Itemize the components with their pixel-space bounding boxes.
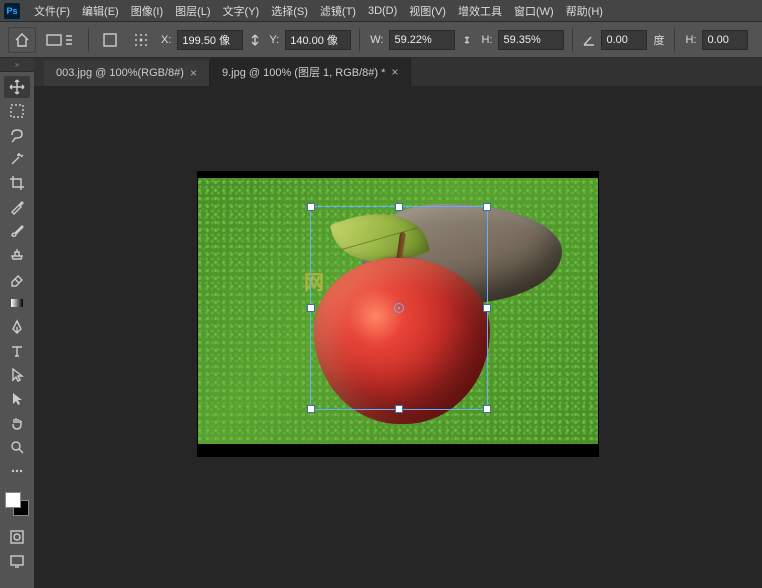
reference-point-toggle[interactable]	[97, 29, 123, 51]
y-label: Y:	[267, 34, 281, 46]
checkbox-icon	[103, 33, 117, 47]
separator	[359, 28, 360, 52]
pen-tool[interactable]	[4, 316, 30, 338]
separator	[572, 28, 573, 52]
link-icon[interactable]	[459, 32, 475, 48]
tab-003[interactable]: 003.jpg @ 100%(RGB/8#) ×	[44, 60, 210, 86]
relative-position-icon[interactable]	[247, 32, 263, 48]
color-swatches[interactable]	[5, 492, 29, 516]
direct-select-tool[interactable]	[4, 388, 30, 410]
menu-file[interactable]: 文件(F)	[28, 0, 76, 22]
w-label: W:	[368, 34, 385, 46]
hand-tool[interactable]	[4, 412, 30, 434]
letterbox	[198, 172, 598, 178]
angle-unit: 度	[651, 32, 666, 48]
close-icon[interactable]: ×	[391, 65, 398, 79]
x-input[interactable]	[177, 30, 243, 50]
menu-select[interactable]: 选择(S)	[265, 0, 314, 22]
skew-h-label: H:	[683, 34, 698, 46]
h-label: H:	[479, 34, 494, 46]
angle-icon	[581, 32, 597, 48]
lasso-tool[interactable]	[4, 124, 30, 146]
path-select-tool[interactable]	[4, 364, 30, 386]
canvas[interactable]: 网	[198, 172, 598, 456]
menu-layer[interactable]: 图层(L)	[169, 0, 216, 22]
app-logo: Ps	[4, 3, 20, 19]
transform-tool-preset[interactable]	[40, 28, 80, 52]
letterbox	[198, 444, 598, 456]
foreground-color[interactable]	[5, 492, 21, 508]
collapse-tools-button[interactable]: »	[0, 58, 34, 72]
quickmask-tool[interactable]	[4, 526, 30, 548]
type-tool[interactable]	[4, 340, 30, 362]
tool-panel: »	[0, 58, 34, 588]
magic-wand-tool[interactable]	[4, 148, 30, 170]
clone-stamp-tool[interactable]	[4, 244, 30, 266]
angle-input[interactable]	[601, 30, 647, 50]
separator	[88, 28, 89, 52]
tools-list	[0, 72, 34, 588]
menu-filter[interactable]: 滤镜(T)	[314, 0, 362, 22]
eraser-tool[interactable]	[4, 268, 30, 290]
menu-window[interactable]: 窗口(W)	[508, 0, 560, 22]
menu-3d[interactable]: 3D(D)	[362, 2, 403, 20]
w-input[interactable]	[389, 30, 455, 50]
x-label: X:	[159, 34, 173, 46]
gradient-tool[interactable]	[4, 292, 30, 314]
y-input[interactable]	[285, 30, 351, 50]
move-tool[interactable]	[4, 76, 30, 98]
close-icon[interactable]: ×	[190, 66, 197, 80]
canvas-viewport[interactable]: 网	[34, 86, 762, 588]
document-tabs: 003.jpg @ 100%(RGB/8#) × 9.jpg @ 100% (图…	[34, 58, 762, 86]
menu-help[interactable]: 帮助(H)	[560, 0, 609, 22]
workspace: »	[0, 58, 762, 588]
transform-icon	[46, 32, 74, 48]
home-icon	[14, 32, 30, 48]
tab-9[interactable]: 9.jpg @ 100% (图层 1, RGB/8#) * ×	[210, 58, 411, 86]
options-bar: X: Y: W: H: 度 H:	[0, 22, 762, 58]
reference-point-grid[interactable]	[127, 28, 155, 52]
brush-tool[interactable]	[4, 220, 30, 242]
separator	[674, 28, 675, 52]
canvas-area: 003.jpg @ 100%(RGB/8#) × 9.jpg @ 100% (图…	[34, 58, 762, 588]
home-button[interactable]	[8, 27, 36, 53]
eyedropper-tool[interactable]	[4, 196, 30, 218]
skew-h-input[interactable]	[702, 30, 748, 50]
zoom-tool[interactable]	[4, 436, 30, 458]
ref-grid-icon	[133, 32, 149, 48]
menu-image[interactable]: 图像(I)	[125, 0, 169, 22]
watermark-text: 网	[304, 266, 328, 295]
crop-tool[interactable]	[4, 172, 30, 194]
menu-plugins[interactable]: 增效工具	[452, 0, 508, 22]
menu-edit[interactable]: 编辑(E)	[76, 0, 125, 22]
marquee-tool[interactable]	[4, 100, 30, 122]
tab-label: 9.jpg @ 100% (图层 1, RGB/8#) *	[222, 64, 385, 80]
menu-view[interactable]: 视图(V)	[403, 0, 452, 22]
menu-type[interactable]: 文字(Y)	[217, 0, 266, 22]
edit-toolbar[interactable]	[4, 460, 30, 482]
screenmode-tool[interactable]	[4, 550, 30, 572]
h-input[interactable]	[498, 30, 564, 50]
menu-bar: Ps 文件(F) 编辑(E) 图像(I) 图层(L) 文字(Y) 选择(S) 滤…	[0, 0, 762, 22]
tab-label: 003.jpg @ 100%(RGB/8#)	[56, 67, 184, 79]
